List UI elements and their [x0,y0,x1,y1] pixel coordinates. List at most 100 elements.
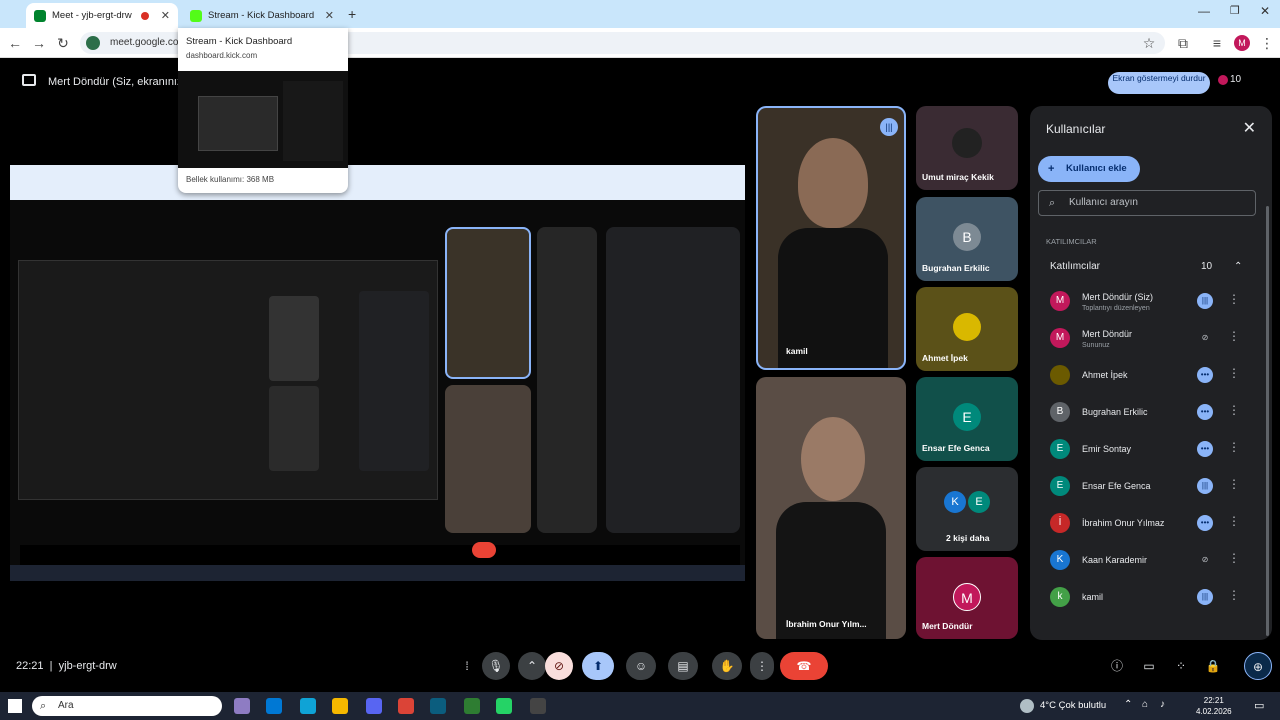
more-vert-icon[interactable]: ⋮ [1228,366,1240,380]
chevron-up-icon[interactable]: ⌃ [1234,254,1242,280]
chevron-up-icon[interactable]: ⌃ [518,652,546,680]
video-tile-mert[interactable]: M Mert Döndür [916,557,1018,639]
reload-icon[interactable]: ↻ [54,34,72,52]
notifications-icon[interactable]: ▭ [1254,699,1264,712]
video-tile-bugrahan[interactable]: B Bugrahan Erkilic [916,197,1018,281]
participant-row[interactable]: E Ensar Efe Genca ||| ⋮ [1038,469,1256,503]
more-vert-icon[interactable]: ⋮ [1228,403,1240,417]
more-vert-icon[interactable]: ⋮ [1228,514,1240,528]
close-tab-icon[interactable]: ✕ [161,9,170,22]
activities-icon[interactable]: ⁘ [1168,652,1194,680]
speaking-icon[interactable]: ||| [1197,589,1213,605]
media-icon[interactable]: ≡ [1208,34,1226,52]
network-icon[interactable]: ⌂ [1142,699,1148,710]
mic-status-icon[interactable]: ••• [1197,441,1213,457]
chrome-icon[interactable] [398,698,414,714]
avatar: B [1050,402,1070,422]
taskbar-search[interactable]: ⌕ Ara [32,696,222,716]
video-tile-ibrahim[interactable]: İbrahim Onur Yılm... [756,377,906,639]
hover-card-domain: dashboard.kick.com [186,51,258,60]
raise-hand-button[interactable]: ✋ [712,652,742,680]
video-tile-umut[interactable]: Umut miraç Kekik [916,106,1018,190]
taskbar-clock[interactable]: 22:21 4.02.2026 [1196,695,1232,717]
tab-meet[interactable]: Meet - yjb-ergt-drw ✕ [26,3,178,28]
forward-icon[interactable]: → [30,34,48,52]
app-icon[interactable] [530,698,546,714]
microphone-button[interactable]: 🎙 [482,652,510,680]
back-icon[interactable]: ← [6,34,24,52]
weather-text[interactable]: 4°C Çok bulutlu [1040,700,1106,711]
participant-name: Mert Döndür (Siz) [1082,292,1154,302]
chat-icon[interactable]: ▭ [1136,652,1162,680]
participant-count[interactable]: 10 [1230,74,1241,85]
search-input[interactable]: ⌕ Kullanıcı arayın [1038,190,1256,216]
video-tile-kamil[interactable]: ||| kamil [756,106,906,370]
more-vert-icon[interactable]: ⋮ [1228,292,1240,306]
app-icon[interactable] [464,698,480,714]
file-explorer-icon[interactable] [332,698,348,714]
mic-status-icon[interactable]: ••• [1197,367,1213,383]
participant-row[interactable]: E Emir Sontay ••• ⋮ [1038,432,1256,466]
more-vert-icon[interactable]: ⋮ [1228,329,1240,343]
participant-row[interactable]: K Kaan Karademir ⊘ ⋮ [1038,543,1256,577]
add-user-button[interactable]: + Kullanıcı ekle [1038,156,1140,182]
mic-status-icon[interactable]: ••• [1197,515,1213,531]
tab-kick[interactable]: Stream - Kick Dashboard ✕ [182,3,342,28]
participant-name: Bugrahan Erkilic [1082,407,1148,417]
profile-avatar[interactable]: M [1234,35,1250,51]
participant-row[interactable]: k kamil ||| ⋮ [1038,580,1256,614]
people-button[interactable]: ⊕ [1244,652,1272,680]
discord-icon[interactable] [366,698,382,714]
whatsapp-icon[interactable] [496,698,512,714]
participant-row[interactable]: Ahmet İpek ••• ⋮ [1038,358,1256,392]
shared-screen [10,165,745,585]
new-tab-icon[interactable]: + [348,6,356,22]
windows-start-icon[interactable] [8,699,22,713]
bookmark-star-icon[interactable]: ☆ [1140,34,1158,52]
host-controls-icon[interactable]: 🔒 [1200,652,1226,680]
minimize-icon[interactable]: — [1198,4,1210,18]
more-vert-icon[interactable]: ⋮ [1228,440,1240,454]
video-tile-ahmet[interactable]: Ahmet İpek [916,287,1018,371]
captions-button[interactable]: ▤ [668,652,698,680]
avatar: K [944,491,966,513]
participant-row[interactable]: M Mert Döndür Sununuz ⊘ ⋮ [1038,321,1256,355]
menu-icon[interactable]: ⋮ [1258,34,1276,52]
tray-chevron-icon[interactable]: ⌃ [1124,699,1132,710]
participant-name: Kaan Karademir [1082,555,1148,565]
stop-presenting-button[interactable]: Ekran göstermeyi durdur [1108,72,1210,94]
outlook-icon[interactable] [266,698,282,714]
info-icon[interactable]: ⓘ [1104,652,1130,680]
more-vert-icon[interactable]: ⋮ [1228,588,1240,602]
end-call-button[interactable]: ☎ [780,652,828,680]
mic-status-icon[interactable]: ••• [1197,404,1213,420]
mic-muted-icon[interactable]: ⊘ [1197,552,1213,568]
participant-row[interactable]: İ İbrahim Onur Yılmaz ••• ⋮ [1038,506,1256,540]
video-tile-ensar[interactable]: E Ensar Efe Genca [916,377,1018,461]
close-icon[interactable]: ✕ [1243,118,1256,138]
extensions-icon[interactable]: ⧉ [1174,34,1192,52]
more-options-button[interactable]: ⋮ [750,652,774,680]
maximize-icon[interactable]: ❐ [1230,4,1240,17]
mic-muted-icon[interactable]: ⊘ [1197,330,1213,346]
copilot-icon[interactable] [234,698,250,714]
speaking-icon[interactable]: ||| [1197,293,1213,309]
participant-row[interactable]: B Bugrahan Erkilic ••• ⋮ [1038,395,1256,429]
speaking-icon[interactable]: ||| [1197,478,1213,494]
more-vert-icon[interactable]: ⋮ [1228,551,1240,565]
close-tab-icon[interactable]: ✕ [325,9,334,22]
participants-group-header[interactable]: Katılımcılar 10 ⌃ [1038,254,1256,280]
scrollbar[interactable] [1266,206,1269,636]
emoji-button[interactable]: ☺ [626,652,656,680]
avatar: E [953,403,981,431]
participant-row[interactable]: M Mert Döndür (Siz) Toplantıyı düzenleyen |… [1038,284,1256,318]
more-vert-icon[interactable]: ⋮ [1228,477,1240,491]
volume-icon[interactable]: ♪ [1160,699,1165,710]
present-button[interactable]: ⬆ [582,652,614,680]
close-window-icon[interactable]: ✕ [1260,4,1270,18]
video-tile-more[interactable]: K E 2 kişi daha [916,467,1018,551]
app-icon[interactable] [430,698,446,714]
site-info-icon[interactable] [86,36,100,50]
camera-off-button[interactable]: ⊘ [545,652,573,680]
edge-icon[interactable] [300,698,316,714]
